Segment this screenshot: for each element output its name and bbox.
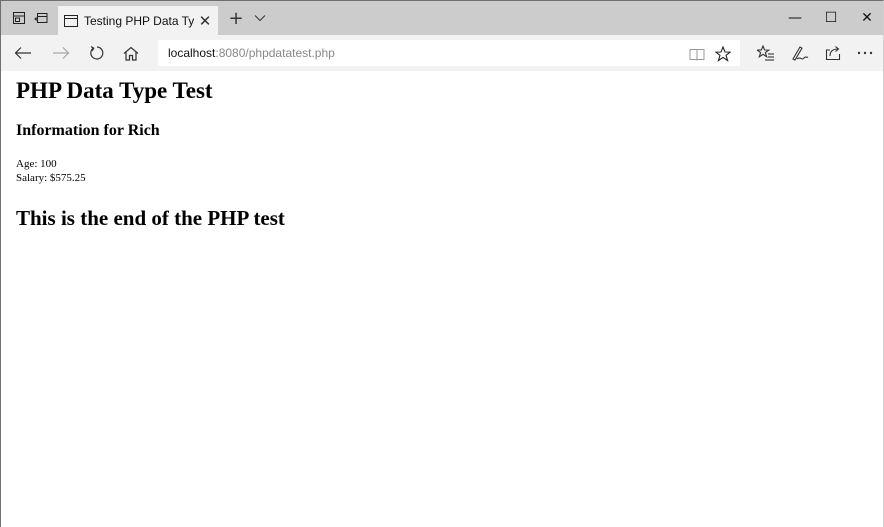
favorites-hub-icon[interactable] — [752, 39, 780, 67]
end-heading: This is the end of the PHP test — [16, 206, 285, 230]
set-aside-tabs-icon[interactable] — [11, 10, 27, 26]
navigation-bar: localhost:8080/phpdatatest.php — [1, 35, 883, 71]
restore-tabs-icon[interactable] — [33, 10, 49, 26]
page-heading: PHP Data Type Test — [16, 78, 213, 103]
back-icon[interactable] — [9, 39, 37, 67]
favorite-star-icon[interactable] — [712, 44, 734, 64]
address-path: :8080/phpdatatest.php — [215, 46, 335, 60]
page-icon — [64, 14, 78, 27]
age-text: Age: 100 — [16, 158, 57, 170]
refresh-icon[interactable] — [83, 39, 111, 67]
reading-view-icon[interactable] — [686, 44, 708, 64]
maximize-button[interactable]: ☐ — [813, 1, 849, 35]
home-icon[interactable] — [117, 39, 145, 67]
more-icon[interactable] — [851, 39, 879, 67]
salary-text: Salary: $575.25 — [16, 172, 86, 184]
window-controls: — ☐ ✕ — [777, 1, 883, 35]
close-button[interactable]: ✕ — [849, 1, 883, 35]
web-note-icon[interactable] — [786, 39, 814, 67]
tab-close-icon[interactable]: ✕ — [194, 10, 216, 32]
share-icon[interactable] — [819, 39, 847, 67]
address-host: localhost — [168, 46, 216, 60]
tab-strip: Testing PHP Data Types ✕ + — ☐ ✕ — [1, 1, 883, 35]
forward-icon[interactable] — [47, 39, 75, 67]
tab-active[interactable]: Testing PHP Data Types ✕ — [58, 6, 218, 35]
tab-title: Testing PHP Data Types — [84, 13, 194, 28]
info-subheading: Information for Rich — [16, 122, 160, 139]
browser-window: Testing PHP Data Types ✕ + — ☐ ✕ — [0, 0, 884, 527]
new-tab-icon[interactable]: + — [225, 7, 247, 29]
page-content: PHP Data Type Test Information for Rich … — [1, 71, 883, 527]
address-bar[interactable]: localhost:8080/phpdatatest.php — [158, 40, 740, 66]
minimize-button[interactable]: — — [777, 1, 813, 35]
tab-preview-chevron-icon[interactable] — [249, 7, 271, 29]
